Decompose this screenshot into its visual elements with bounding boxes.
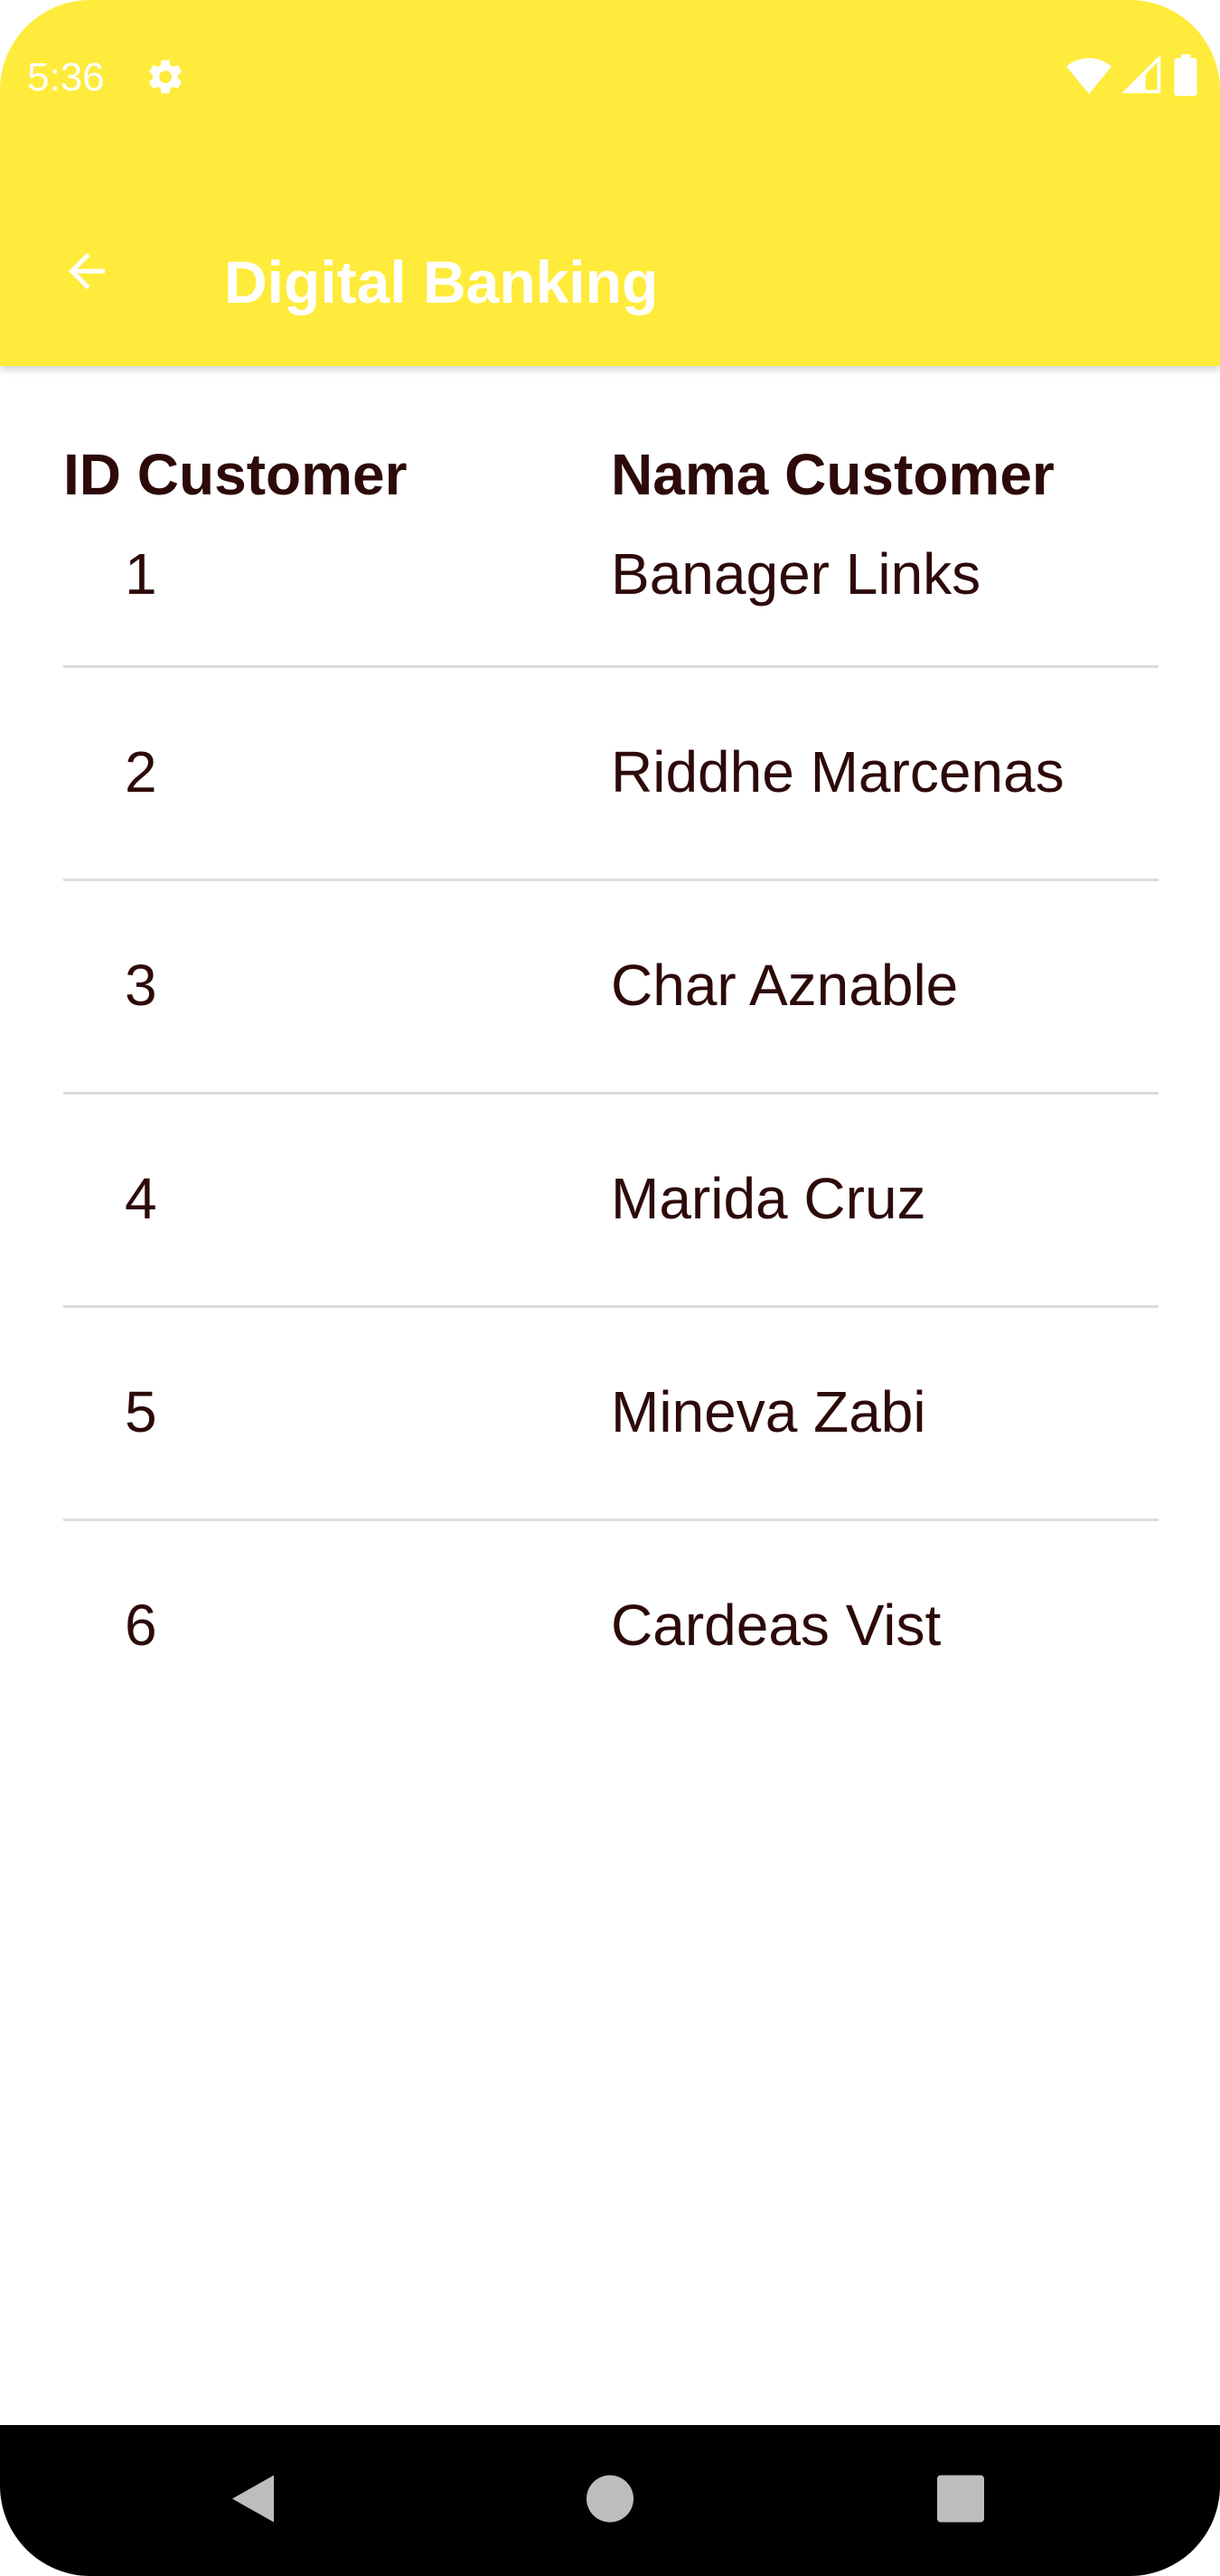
table-row[interactable]: 2 Riddhe Marcenas: [63, 668, 1159, 881]
table-row[interactable]: 5 Mineva Zabi: [63, 1308, 1159, 1521]
back-button[interactable]: [51, 237, 123, 309]
status-icons: [1066, 54, 1198, 100]
nav-back-button[interactable]: [230, 2473, 276, 2528]
customer-table: ID Customer Nama Customer 1 Banager Link…: [63, 425, 1159, 1732]
table-row[interactable]: 4 Marida Cruz: [63, 1095, 1159, 1308]
table-row[interactable]: 6 Cardeas Vist: [63, 1521, 1159, 1732]
system-navigation-bar: [0, 2425, 1220, 2576]
cell-id: 5: [125, 1379, 157, 1444]
nav-recents-button[interactable]: [936, 2474, 985, 2527]
cell-name: Char Aznable: [611, 953, 959, 1018]
app-title: Digital Banking: [224, 249, 659, 315]
app-header: 5:36 Digital Banking: [0, 0, 1220, 366]
arrow-back-icon: [60, 244, 114, 303]
recents-square-icon: [936, 2474, 985, 2527]
settings-gear-icon: [145, 56, 186, 98]
back-triangle-icon: [230, 2473, 276, 2528]
phone-screen: 5:36 Digital Banking ID Customer Nama Cu…: [0, 0, 1220, 2576]
cell-name: Mineva Zabi: [611, 1379, 926, 1444]
cell-name: Banager Links: [611, 541, 981, 606]
cell-name: Cardeas Vist: [611, 1593, 942, 1658]
cell-id: 3: [125, 953, 157, 1018]
cell-name: Marida Cruz: [611, 1166, 926, 1231]
cell-id: 4: [125, 1166, 157, 1231]
home-circle-icon: [586, 2474, 634, 2527]
table-row[interactable]: 1 Banager Links: [63, 524, 1159, 668]
cell-id: 6: [125, 1593, 157, 1658]
cell-name: Riddhe Marcenas: [611, 739, 1065, 804]
nav-home-button[interactable]: [586, 2474, 634, 2527]
wifi-icon: [1066, 56, 1112, 99]
battery-icon: [1173, 54, 1198, 100]
header-nama-customer: Nama Customer: [611, 442, 1055, 507]
cellular-signal-icon: [1121, 54, 1162, 99]
cell-id: 2: [125, 739, 157, 804]
status-time: 5:36: [27, 55, 105, 99]
table-header: ID Customer Nama Customer: [63, 425, 1159, 524]
table-row[interactable]: 3 Char Aznable: [63, 881, 1159, 1095]
header-id-customer: ID Customer: [63, 442, 408, 507]
cell-id: 1: [125, 541, 157, 606]
